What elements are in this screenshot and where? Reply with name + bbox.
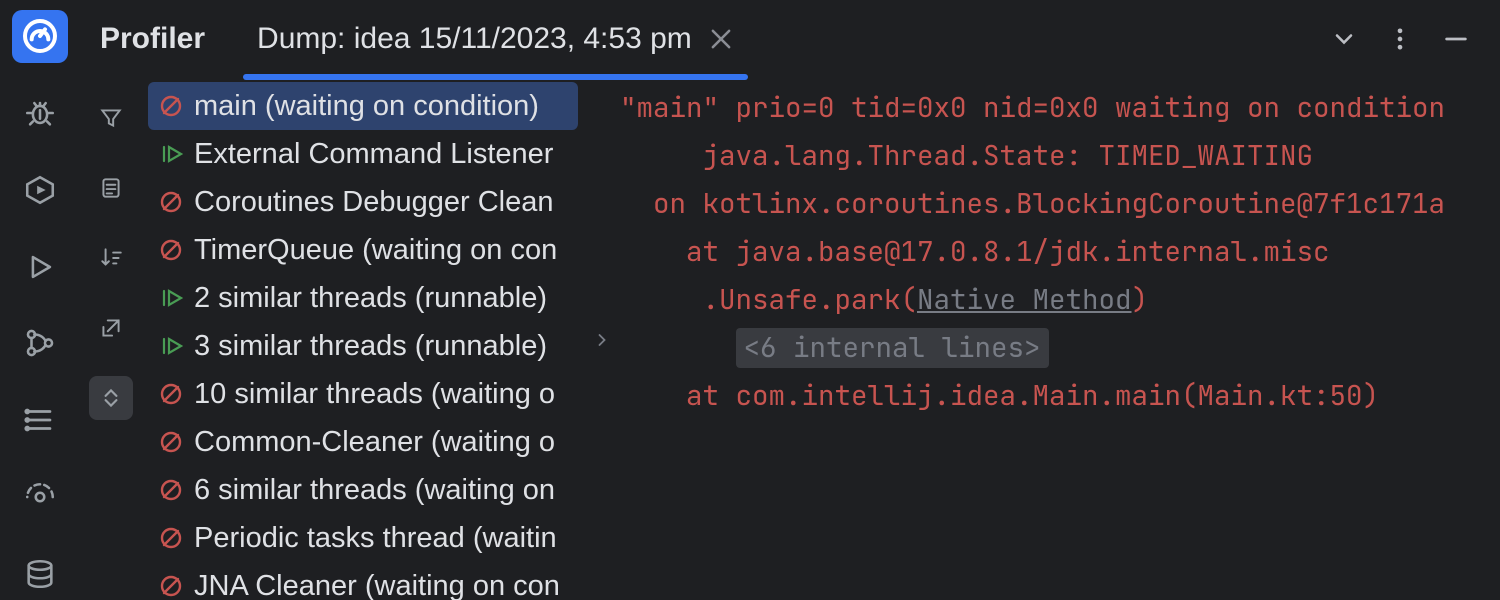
stack-line: at java.base@17.0.8.1/jdk.internal.misc — [620, 234, 1330, 270]
tool-window-title: Profiler — [100, 22, 235, 56]
endpoints-tool-icon[interactable] — [12, 471, 68, 524]
thread-label: Periodic tasks thread (waitin — [194, 522, 557, 555]
collapse-icon[interactable] — [89, 376, 133, 420]
thread-list-toolbar — [80, 78, 142, 600]
database-tool-icon[interactable] — [12, 547, 68, 600]
folded-lines[interactable]: <6 internal lines> — [736, 328, 1049, 368]
stack-line: ) — [1132, 282, 1149, 318]
thread-item[interactable]: Periodic tasks thread (waitin — [142, 514, 584, 562]
runnable-icon — [158, 334, 184, 358]
todo-tool-icon[interactable] — [12, 394, 68, 447]
thread-item[interactable]: Coroutines Debugger Clean — [142, 178, 584, 226]
thread-label: 2 similar threads (runnable) — [194, 282, 547, 315]
runnable-icon — [158, 142, 184, 166]
stack-trace[interactable]: "main" prio=0 tid=0x0 nid=0x0 waiting on… — [620, 78, 1500, 600]
thread-item[interactable]: 6 similar threads (waiting on — [142, 466, 584, 514]
waiting-icon — [158, 94, 184, 118]
waiting-icon — [158, 478, 184, 502]
chevron-down-icon[interactable] — [1330, 25, 1358, 53]
thread-item[interactable]: 3 similar threads (runnable) — [142, 322, 584, 370]
documentation-icon[interactable] — [89, 166, 133, 210]
run-tool-icon[interactable] — [12, 240, 68, 293]
profiler-tool-icon[interactable] — [12, 10, 68, 63]
tab-row: Profiler Dump: idea 15/11/2023, 4:53 pm — [80, 0, 1500, 78]
thread-item[interactable]: 2 similar threads (runnable) — [142, 274, 584, 322]
stack-line: on kotlinx.coroutines.BlockingCoroutine@… — [620, 186, 1445, 222]
waiting-icon — [158, 238, 184, 262]
more-vertical-icon[interactable] — [1386, 25, 1414, 53]
minimize-icon[interactable] — [1442, 25, 1470, 53]
close-icon[interactable] — [708, 26, 734, 52]
detail-gutter — [584, 78, 620, 600]
runnable-icon — [158, 286, 184, 310]
native-method-link[interactable]: Native Method — [917, 282, 1132, 318]
sort-icon[interactable] — [89, 236, 133, 280]
stack-line: .Unsafe.park( — [620, 282, 917, 318]
thread-label: Coroutines Debugger Clean — [194, 186, 554, 219]
services-tool-icon[interactable] — [12, 164, 68, 217]
filter-icon[interactable] — [89, 96, 133, 140]
thread-item[interactable]: Common-Cleaner (waiting o — [142, 418, 584, 466]
tab-label: Dump: idea 15/11/2023, 4:53 pm — [257, 22, 692, 56]
thread-label: JNA Cleaner (waiting on con — [194, 570, 560, 600]
stack-line: java.lang.Thread.State: TIMED_WAITING — [620, 138, 1313, 174]
thread-label: TimerQueue (waiting on con — [194, 234, 557, 267]
thread-label: External Command Listener — [194, 138, 553, 171]
waiting-icon — [158, 574, 184, 598]
thread-label: Common-Cleaner (waiting o — [194, 426, 555, 459]
thread-item[interactable]: JNA Cleaner (waiting on con — [142, 562, 584, 600]
tab-actions — [1330, 25, 1490, 53]
thread-label: 3 similar threads (runnable) — [194, 330, 547, 363]
waiting-icon — [158, 190, 184, 214]
thread-label: main (waiting on condition) — [194, 90, 539, 123]
thread-label: 10 similar threads (waiting o — [194, 378, 555, 411]
thread-label: 6 similar threads (waiting on — [194, 474, 555, 507]
vcs-tool-icon[interactable] — [12, 317, 68, 370]
debug-tool-icon[interactable] — [12, 87, 68, 140]
body-row: main (waiting on condition) External Comm… — [80, 78, 1500, 600]
thread-item[interactable]: TimerQueue (waiting on con — [142, 226, 584, 274]
thread-item[interactable]: main (waiting on condition) — [148, 82, 578, 130]
waiting-icon — [158, 382, 184, 406]
stack-line: "main" prio=0 tid=0x0 nid=0x0 waiting on… — [620, 90, 1445, 126]
tab-dump[interactable]: Dump: idea 15/11/2023, 4:53 pm — [243, 0, 748, 78]
activity-bar — [0, 0, 80, 600]
export-icon[interactable] — [89, 306, 133, 350]
stack-line: at com.intellij.idea.Main.main(Main.kt:5… — [620, 378, 1379, 414]
expand-fold-icon[interactable] — [592, 326, 612, 357]
waiting-icon — [158, 430, 184, 454]
thread-list[interactable]: main (waiting on condition) External Comm… — [142, 78, 584, 600]
thread-item[interactable]: 10 similar threads (waiting o — [142, 370, 584, 418]
waiting-icon — [158, 526, 184, 550]
thread-item[interactable]: External Command Listener — [142, 130, 584, 178]
main-area: Profiler Dump: idea 15/11/2023, 4:53 pm — [80, 0, 1500, 600]
